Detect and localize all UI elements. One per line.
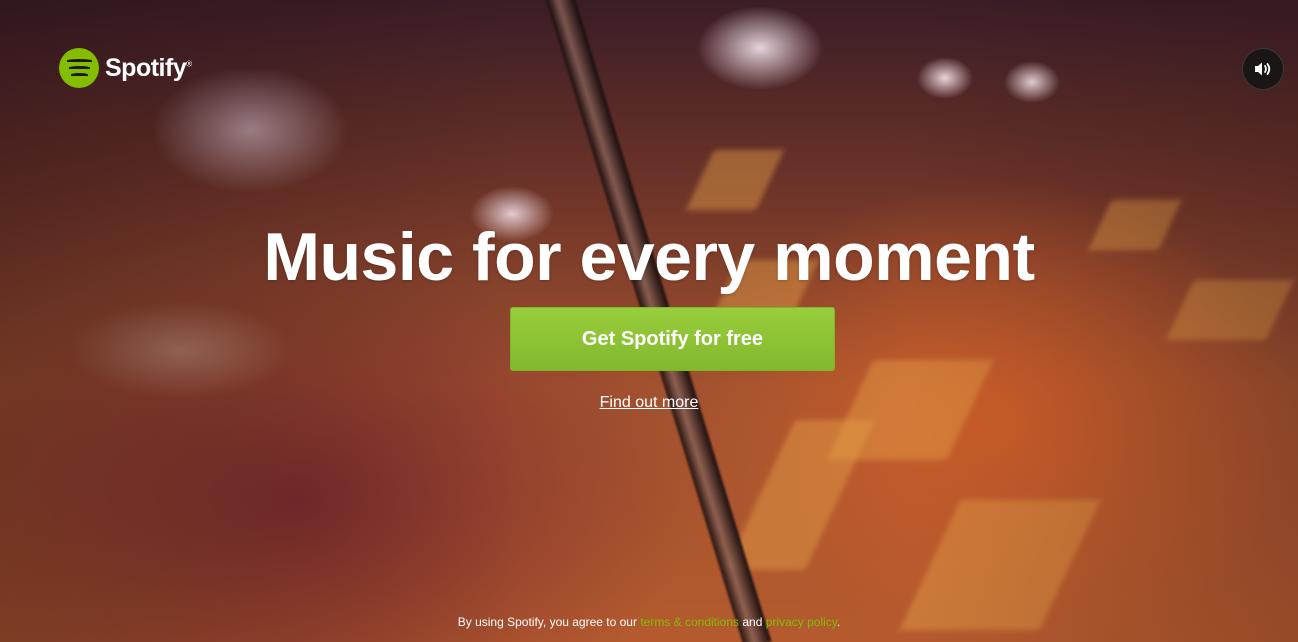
legal-conjunction: and [742,615,763,629]
sound-toggle-button[interactable] [1242,48,1284,90]
spotify-wordmark: Spotify® [105,53,192,82]
hero-background: Spotify® Music for every moment Get Spot… [0,0,1298,642]
page-title: Music for every moment [263,219,1035,295]
legal-suffix: . [836,615,841,629]
spotify-logo-icon [59,48,99,88]
legal-notice: By using Spotify, you agree to our terms… [0,615,1298,629]
speaker-volume-icon [1255,62,1271,76]
legal-prefix: By using Spotify, you agree to our [457,615,637,629]
privacy-policy-link[interactable]: privacy policy [766,615,837,629]
spotify-logo[interactable]: Spotify® [59,48,192,88]
get-spotify-free-button[interactable]: Get Spotify for free [510,307,835,371]
terms-link[interactable]: terms & conditions [640,615,739,629]
find-out-more-container: Find out more [0,394,1298,412]
find-out-more-link[interactable]: Find out more [600,394,699,411]
